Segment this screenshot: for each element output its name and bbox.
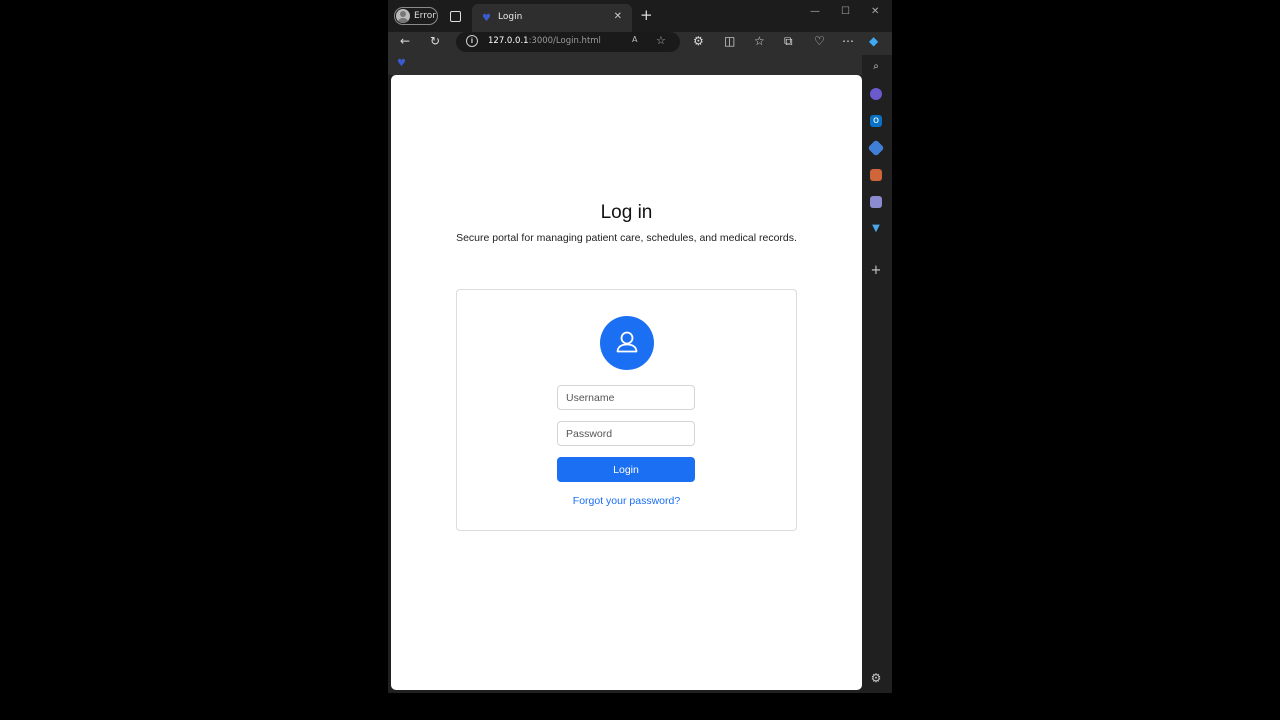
split-screen-icon[interactable]: ◫ [724,34,735,48]
minimize-icon[interactable]: — [810,6,820,17]
tools-icon[interactable] [870,169,882,181]
new-tab-icon[interactable]: + [640,6,653,24]
close-window-icon[interactable]: ✕ [871,6,879,17]
read-aloud-icon[interactable]: A [632,35,637,44]
page-viewport: Log in Secure portal for managing patien… [391,75,862,690]
user-icon [616,331,638,353]
more-options-icon[interactable]: ⋯ [842,34,854,48]
games-icon[interactable] [870,196,882,208]
browser-window: Error ♥ Login ✕ + — ☐ ✕ ← ↻ i 127.0.0.1:… [388,0,892,693]
tab-login[interactable]: ♥ Login ✕ [472,4,632,32]
page-title: Log in [600,202,653,223]
favorites-icon[interactable]: ☆ [754,34,765,48]
username-input[interactable] [557,385,695,410]
search-icon[interactable]: ⌕ [870,61,882,73]
profile-label: Error [414,11,436,21]
login-button[interactable]: Login [557,457,695,482]
collections-icon[interactable]: ⧉ [784,34,793,49]
back-icon[interactable]: ← [400,34,410,48]
tab-title: Login [498,12,523,22]
copilot-sidebar-icon[interactable] [870,88,882,100]
password-input[interactable] [557,421,695,446]
profile-avatar-icon [396,9,410,23]
address-bar[interactable]: i 127.0.0.1:3000/Login.html A ☆ [456,32,680,52]
url-text: 127.0.0.1:3000/Login.html [488,36,601,46]
site-info-icon[interactable]: i [466,35,478,47]
browser-toolbar: ← ↻ i 127.0.0.1:3000/Login.html A ☆ ⚙ ◫ … [388,32,892,55]
maximize-icon[interactable]: ☐ [841,6,850,17]
add-sidebar-app-icon[interactable]: + [870,264,882,277]
sidebar-settings-icon[interactable]: ⚙ [870,672,882,684]
outlook-icon[interactable]: o [870,115,882,127]
profile-button[interactable]: Error [394,7,438,25]
refresh-icon[interactable]: ↻ [430,34,440,48]
favorite-star-icon[interactable]: ☆ [656,34,666,47]
favorites-bar: ♥ [388,55,892,75]
heart-favorite-icon[interactable]: ♥ [397,58,406,69]
user-avatar [600,316,654,370]
copilot-icon[interactable]: ◆ [869,34,878,48]
forgot-password-link[interactable]: Forgot your password? [457,495,796,507]
shopping-tag-icon[interactable] [867,139,885,157]
tab-actions-icon[interactable] [450,11,461,22]
tab-strip: Error ♥ Login ✕ + — ☐ ✕ [388,0,892,32]
edge-sidebar: ⌕ o ▼ + ⚙ [862,55,892,693]
close-tab-icon[interactable]: ✕ [614,11,622,22]
login-card: Login Forgot your password? [456,289,797,531]
extensions-icon[interactable]: ⚙ [693,34,704,48]
page-subtitle: Secure portal for managing patient care,… [456,232,797,244]
browser-essentials-icon[interactable]: ♡ [814,34,825,48]
drop-send-icon[interactable]: ▼ [870,223,882,235]
heart-favicon-icon: ♥ [482,13,491,24]
